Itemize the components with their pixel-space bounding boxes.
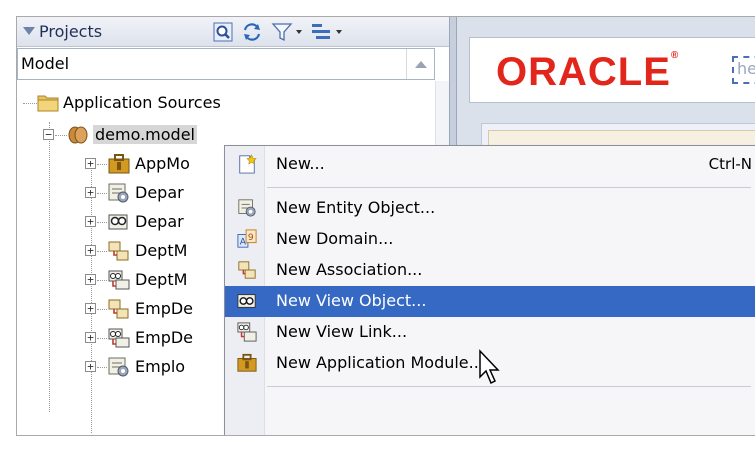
- projects-panel-header: Projects: [17, 17, 449, 47]
- collapse-icon[interactable]: −: [43, 129, 54, 140]
- view-object-icon: [237, 294, 256, 308]
- application-module-icon: [108, 154, 130, 174]
- view-link-icon: [237, 322, 257, 342]
- menu-item-new-view-object[interactable]: New View Object...: [225, 286, 755, 317]
- expand-icon[interactable]: +: [85, 332, 96, 343]
- ide-window: Projects Model Application Sources − dem…: [16, 16, 755, 436]
- filter-icon[interactable]: [271, 22, 305, 42]
- tree-item-label: Depar: [135, 212, 184, 231]
- tree-item-label: demo.model: [93, 125, 197, 144]
- projects-panel-title: Projects: [39, 22, 103, 41]
- scroll-up-arrow-icon[interactable]: [406, 49, 434, 79]
- tree-item-label: EmpDe: [135, 299, 194, 318]
- expand-icon[interactable]: +: [85, 303, 96, 314]
- view-object-icon: [108, 214, 128, 230]
- oracle-logo: ORACLE®: [496, 50, 680, 94]
- expand-icon[interactable]: +: [85, 158, 96, 169]
- tree-connector: [97, 193, 107, 194]
- folder-icon: [37, 95, 59, 112]
- tree-item-label: Application Sources: [63, 93, 221, 112]
- menu-item-label: New Entity Object...: [276, 198, 436, 217]
- menu-item-label: New View Object...: [276, 291, 427, 310]
- options-icon[interactable]: [310, 22, 346, 42]
- tree-connector: [55, 135, 67, 136]
- tree-connector: [23, 103, 37, 104]
- find-icon[interactable]: [213, 22, 233, 42]
- tree-connector: [97, 222, 107, 223]
- menu-item-label: New Association...: [276, 260, 423, 279]
- editor-field[interactable]: he: [732, 56, 755, 84]
- view-link-icon: [108, 328, 130, 348]
- tree-item-label: Depar: [135, 183, 184, 202]
- tree-connector: [49, 122, 50, 412]
- expand-icon[interactable]: +: [85, 245, 96, 256]
- oracle-banner: ORACLE® he: [469, 37, 755, 103]
- menu-separator: [267, 187, 751, 188]
- tree-connector: [97, 164, 107, 165]
- tree-connector: [97, 251, 107, 252]
- menu-item-new-association[interactable]: New Association...: [225, 255, 755, 286]
- package-icon: [68, 126, 88, 144]
- domain-icon: A 9: [237, 229, 257, 248]
- sync-icon[interactable]: [241, 22, 263, 42]
- entity-object-icon: [238, 199, 256, 217]
- expand-icon[interactable]: +: [85, 216, 96, 227]
- context-menu: New... Ctrl-N New Entity Object... A 9 N…: [224, 145, 755, 435]
- menu-item-new-domain[interactable]: A 9 New Domain...: [225, 224, 755, 255]
- project-selector[interactable]: Model: [17, 48, 435, 80]
- menu-item-label: New Application Module...: [276, 353, 484, 372]
- collapse-triangle-icon[interactable]: [23, 27, 35, 35]
- expand-icon[interactable]: +: [85, 274, 96, 285]
- association-icon: [238, 261, 256, 279]
- menu-item-new-entity-object[interactable]: New Entity Object...: [225, 193, 755, 224]
- svg-text:9: 9: [248, 233, 254, 243]
- entity-object-icon: [108, 357, 129, 377]
- tree-item-label: DeptM: [135, 270, 188, 289]
- association-icon: [108, 241, 129, 261]
- application-module-icon: [237, 353, 257, 372]
- expand-icon[interactable]: +: [85, 187, 96, 198]
- expand-icon[interactable]: +: [85, 361, 96, 372]
- tree-connector: [97, 280, 107, 281]
- menu-item-shortcut: Ctrl-N: [708, 155, 752, 173]
- menu-separator: [267, 386, 751, 387]
- tree-connector: [97, 338, 107, 339]
- view-link-icon: [108, 270, 130, 290]
- tree-connector: [91, 163, 92, 433]
- tree-connector: [97, 309, 107, 310]
- new-file-icon: [239, 154, 257, 174]
- menu-item-label: New Domain...: [276, 229, 394, 248]
- tree-item-label: DeptM: [135, 241, 188, 260]
- mouse-cursor-icon: [479, 349, 500, 385]
- tree-item-label: EmpDe: [135, 328, 194, 347]
- menu-item-label: New...: [276, 154, 325, 173]
- association-icon: [108, 299, 129, 319]
- entity-object-icon: [108, 183, 129, 203]
- menu-item-new[interactable]: New... Ctrl-N: [225, 149, 755, 180]
- tree-connector: [97, 367, 107, 368]
- menu-item-new-view-link[interactable]: New View Link...: [225, 317, 755, 348]
- menu-item-label: New View Link...: [276, 322, 408, 341]
- tree-item-label: Emplo: [135, 357, 186, 376]
- tree-item-label: AppMo: [135, 154, 190, 173]
- project-selector-value: Model: [21, 54, 70, 73]
